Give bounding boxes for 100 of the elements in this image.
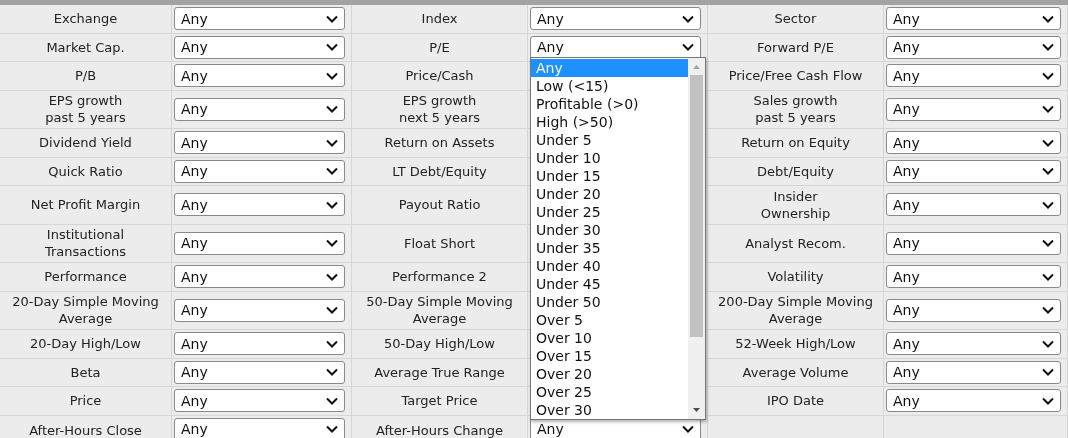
dropdown-option[interactable]: Under 30 (531, 221, 688, 239)
dropdown[interactable]: Any (886, 231, 1061, 255)
dropdown-option[interactable]: Under 45 (531, 275, 688, 293)
dropdown-option[interactable]: Over 30 (531, 401, 688, 419)
filter-label: Payout Ratio (398, 196, 481, 214)
chevron-down-icon (326, 396, 338, 405)
dropdown[interactable]: Any (886, 360, 1061, 384)
chevron-down-icon (1042, 14, 1054, 23)
filter-label: 200-Day Simple Moving Average (718, 293, 873, 328)
filter-label: Price/Cash (405, 67, 474, 85)
filter-label: LT Debt/Equity (392, 162, 487, 180)
dropdown[interactable]: Any (174, 159, 345, 183)
chevron-down-icon (1042, 200, 1054, 209)
dropdown-option[interactable]: Over 20 (531, 365, 688, 383)
filter-label: Insider Ownership (760, 187, 831, 222)
dropdown[interactable]: Any (174, 389, 345, 413)
chevron-down-icon (326, 339, 338, 348)
filter-label: Performance (44, 268, 127, 286)
filter-label: Price/Free Cash Flow (728, 67, 863, 85)
dropdown[interactable]: Any (886, 265, 1061, 289)
dropdown[interactable]: Any (530, 7, 701, 31)
filter-label: EPS growth past 5 years (45, 92, 126, 127)
filter-label: Analyst Recom. (745, 234, 846, 252)
dropdown-option[interactable]: Over 15 (531, 347, 688, 365)
chevron-down-icon (1042, 368, 1054, 377)
chevron-down-icon (1042, 339, 1054, 348)
filter-label: Float Short (403, 234, 476, 252)
dropdown[interactable]: Any (174, 360, 345, 384)
dropdown[interactable]: Any (886, 159, 1061, 183)
filter-label: Debt/Equity (757, 162, 834, 180)
dropdown-option[interactable]: Under 50 (531, 293, 688, 311)
dropdown-option[interactable]: Over 25 (531, 383, 688, 401)
filter-label: EPS growth next 5 years (398, 92, 481, 127)
chevron-down-icon (326, 200, 338, 209)
filter-label: Dividend Yield (39, 134, 132, 152)
dropdown[interactable]: Any (886, 131, 1061, 155)
dropdown[interactable]: Any (886, 193, 1061, 217)
chevron-down-icon (326, 43, 338, 52)
filter-label: Sector (774, 10, 817, 28)
filter-label: Exchange (53, 10, 118, 28)
dropdown[interactable]: Any (174, 231, 345, 255)
dropdown[interactable]: Any (174, 332, 345, 356)
chevron-down-icon (326, 368, 338, 377)
dropdown-option[interactable]: Under 15 (531, 167, 688, 185)
chevron-down-icon (326, 239, 338, 248)
filter-label: Price (69, 392, 102, 410)
dropdown[interactable]: Any (174, 64, 345, 88)
dropdown[interactable]: Any (886, 35, 1061, 59)
filter-label: Average True Range (374, 363, 505, 381)
filter-label: Return on Assets (384, 134, 495, 152)
dropdown[interactable]: Any (886, 7, 1061, 31)
filter-label: Index (421, 10, 458, 28)
dropdown-option[interactable]: Over 10 (531, 329, 688, 347)
chevron-down-icon (326, 138, 338, 147)
dropdown[interactable]: Any (174, 131, 345, 155)
filter-label: 20-Day High/Low (30, 335, 141, 353)
filter-label: P/E (429, 38, 450, 56)
dropdown-option[interactable]: Under 5 (531, 131, 688, 149)
filter-label: 50-Day Simple Moving Average (366, 293, 513, 328)
dropdown-option[interactable]: High (>50) (531, 113, 688, 131)
filter-label: 50-Day High/Low (384, 335, 495, 353)
chevron-down-icon (326, 105, 338, 114)
dropdown[interactable]: Any (886, 97, 1061, 121)
dropdown-option[interactable]: Under 20 (531, 185, 688, 203)
dropdown[interactable]: Any (174, 193, 345, 217)
dropdown-option[interactable]: Under 10 (531, 149, 688, 167)
dropdown[interactable]: Any (174, 298, 345, 322)
filter-label: Volatility (767, 268, 824, 286)
dropdown[interactable]: Any (174, 265, 345, 289)
scrollbar[interactable] (688, 58, 705, 419)
filter-label: After-Hours Change (375, 421, 504, 438)
chevron-down-icon (326, 306, 338, 315)
filter-label: Beta (70, 363, 101, 381)
dropdown[interactable]: Any (886, 64, 1061, 88)
chevron-down-icon (326, 167, 338, 176)
filter-label: Quick Ratio (48, 162, 123, 180)
filter-label: 20-Day Simple Moving Average (12, 293, 159, 328)
dropdown-option[interactable]: Low (<15) (531, 77, 688, 95)
chevron-down-icon (1042, 138, 1054, 147)
dropdown-option[interactable]: Over 5 (531, 311, 688, 329)
chevron-down-icon (1042, 306, 1054, 315)
chevron-down-icon (1042, 396, 1054, 405)
dropdown[interactable]: Any (174, 97, 345, 121)
dropdown[interactable]: Any (886, 389, 1061, 413)
filter-label: IPO Date (766, 392, 825, 410)
dropdown[interactable]: Any (174, 35, 345, 59)
dropdown[interactable]: Any (886, 298, 1061, 322)
chevron-down-icon (326, 425, 338, 433)
dropdown-option[interactable]: Under 40 (531, 257, 688, 275)
dropdown-option[interactable]: Under 35 (531, 239, 688, 257)
chevron-down-icon (1042, 239, 1054, 248)
dropdown[interactable]: Any (174, 417, 345, 438)
dropdown[interactable]: Any (530, 35, 701, 59)
dropdown-option[interactable]: Profitable (>0) (531, 95, 688, 113)
chevron-down-icon (1042, 167, 1054, 176)
dropdown[interactable]: Any (174, 7, 345, 31)
chevron-down-icon (1042, 105, 1054, 114)
dropdown[interactable]: Any (886, 332, 1061, 356)
dropdown-option[interactable]: Under 25 (531, 203, 688, 221)
filter-label: Sales growth past 5 years (753, 92, 838, 127)
